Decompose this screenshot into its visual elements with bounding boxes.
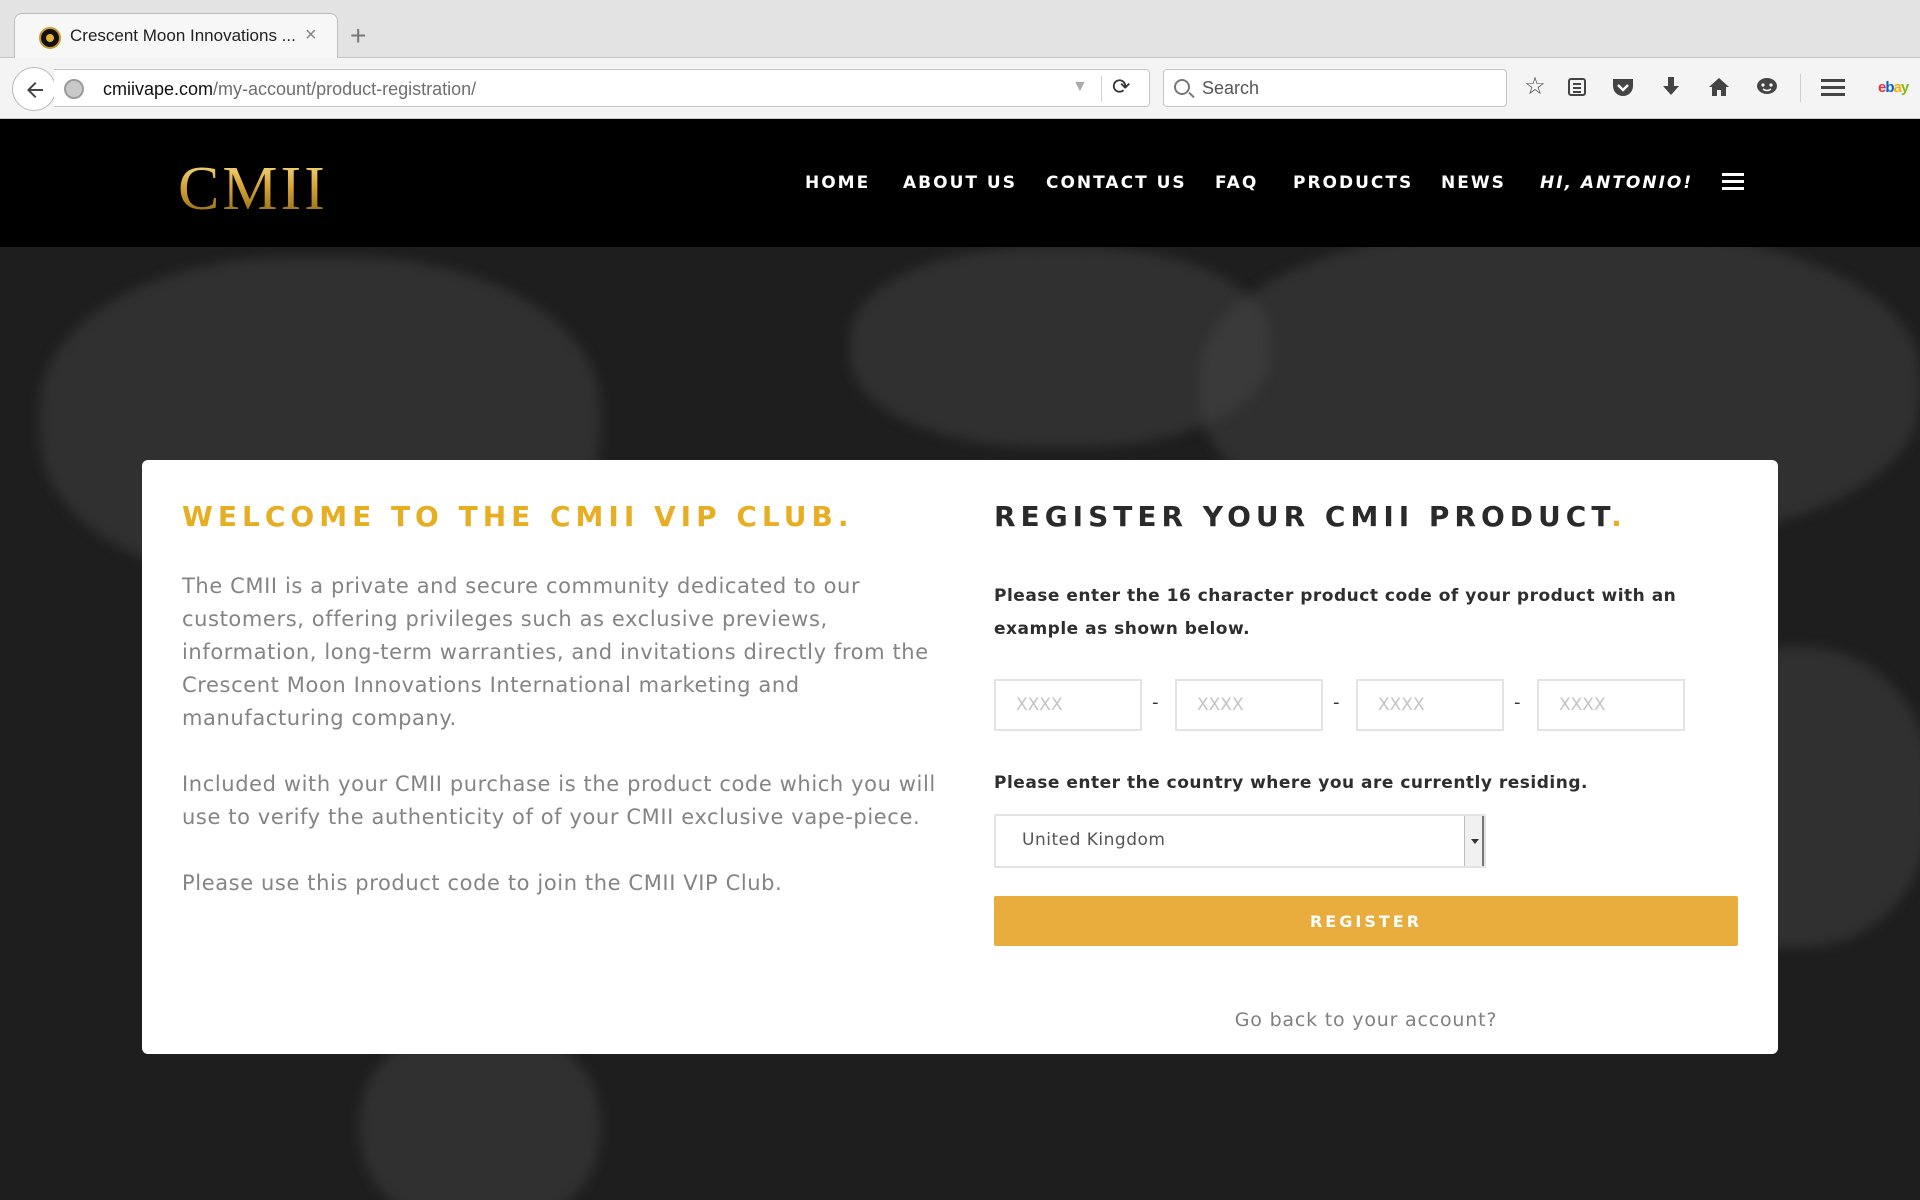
welcome-title: WELCOME TO THE CMII VIP CLUB.: [182, 500, 854, 533]
hamburger-menu-icon[interactable]: [1722, 173, 1744, 191]
product-code-input-3[interactable]: [1356, 679, 1504, 731]
back-button[interactable]: [12, 67, 56, 111]
url-separator: [1101, 76, 1102, 102]
chevron-down-icon[interactable]: [1464, 816, 1484, 866]
address-bar[interactable]: cmiivape.com/my-account/product-registra…: [54, 69, 1150, 107]
new-tab-icon[interactable]: +: [350, 22, 366, 50]
search-placeholder: Search: [1202, 78, 1260, 98]
product-code-input-2[interactable]: [1175, 679, 1323, 731]
nav-faq[interactable]: FAQ: [1215, 173, 1258, 193]
reload-icon[interactable]: ⟳: [1112, 74, 1130, 100]
welcome-paragraph: The CMII is a private and secure communi…: [182, 574, 929, 730]
url-history-dropdown-icon[interactable]: ▼: [1072, 78, 1088, 96]
browser-tab[interactable]: Crescent Moon Innovations ... ×: [14, 13, 338, 59]
chat-icon[interactable]: [1752, 72, 1782, 102]
country-select-value: United Kingdom: [1022, 830, 1166, 850]
welcome-paragraph: Included with your CMII purchase is the …: [182, 772, 936, 829]
welcome-text: The CMII is a private and secure communi…: [182, 570, 942, 933]
nav-about-us[interactable]: ABOUT US: [903, 173, 1017, 193]
globe-icon: [64, 79, 84, 99]
tab-title: Crescent Moon Innovations ...: [70, 26, 296, 45]
welcome-paragraph: Please use this product code to join the…: [182, 871, 783, 895]
browser-tab-bar: Crescent Moon Innovations ... × +: [0, 0, 1920, 59]
nav-products[interactable]: PRODUCTS: [1293, 173, 1413, 193]
url-text[interactable]: cmiivape.com/my-account/product-registra…: [103, 79, 476, 100]
product-code-input-1[interactable]: [994, 679, 1142, 731]
nav-news[interactable]: NEWS: [1441, 173, 1506, 193]
nav-contact-us[interactable]: CONTACT US: [1046, 173, 1187, 193]
browser-toolbar: cmiivape.com/my-account/product-registra…: [0, 58, 1920, 119]
register-title: REGISTER YOUR CMII PRODUCT.: [994, 500, 1627, 533]
code-separator: -: [1514, 692, 1521, 713]
tab-close-icon[interactable]: ×: [305, 24, 317, 47]
pocket-icon[interactable]: [1608, 72, 1638, 102]
country-instruction: Please enter the country where you are c…: [994, 773, 1588, 793]
registration-card: WELCOME TO THE CMII VIP CLUB. The CMII i…: [142, 460, 1778, 1054]
bookmark-star-icon[interactable]: ☆: [1520, 72, 1550, 102]
site-favicon-icon: [39, 27, 61, 49]
country-select[interactable]: United Kingdom: [994, 814, 1486, 868]
search-icon: [1174, 79, 1190, 95]
site-logo[interactable]: CMII: [178, 158, 328, 220]
browser-search-bar[interactable]: Search: [1163, 69, 1507, 107]
product-code-input-4[interactable]: [1537, 679, 1685, 731]
home-icon[interactable]: [1704, 72, 1734, 102]
code-instruction: Please enter the 16 character product co…: [994, 586, 1677, 639]
code-separator: -: [1333, 692, 1340, 713]
download-icon[interactable]: [1656, 72, 1686, 102]
site-header: CMII HOME ABOUT US CONTACT US FAQ PRODUC…: [0, 119, 1920, 247]
register-button[interactable]: REGISTER: [994, 896, 1738, 946]
menu-icon[interactable]: [1818, 72, 1848, 102]
back-arrow-icon: [27, 82, 43, 98]
toolbar-separator: [1800, 74, 1801, 102]
reading-list-icon[interactable]: [1562, 72, 1592, 102]
back-to-account-link[interactable]: Go back to your account?: [994, 1009, 1738, 1031]
code-separator: -: [1152, 692, 1159, 713]
nav-account-greeting[interactable]: HI, ANTONIO!: [1540, 173, 1693, 193]
nav-home[interactable]: HOME: [805, 173, 870, 193]
ebay-icon[interactable]: ebay: [1878, 79, 1909, 96]
